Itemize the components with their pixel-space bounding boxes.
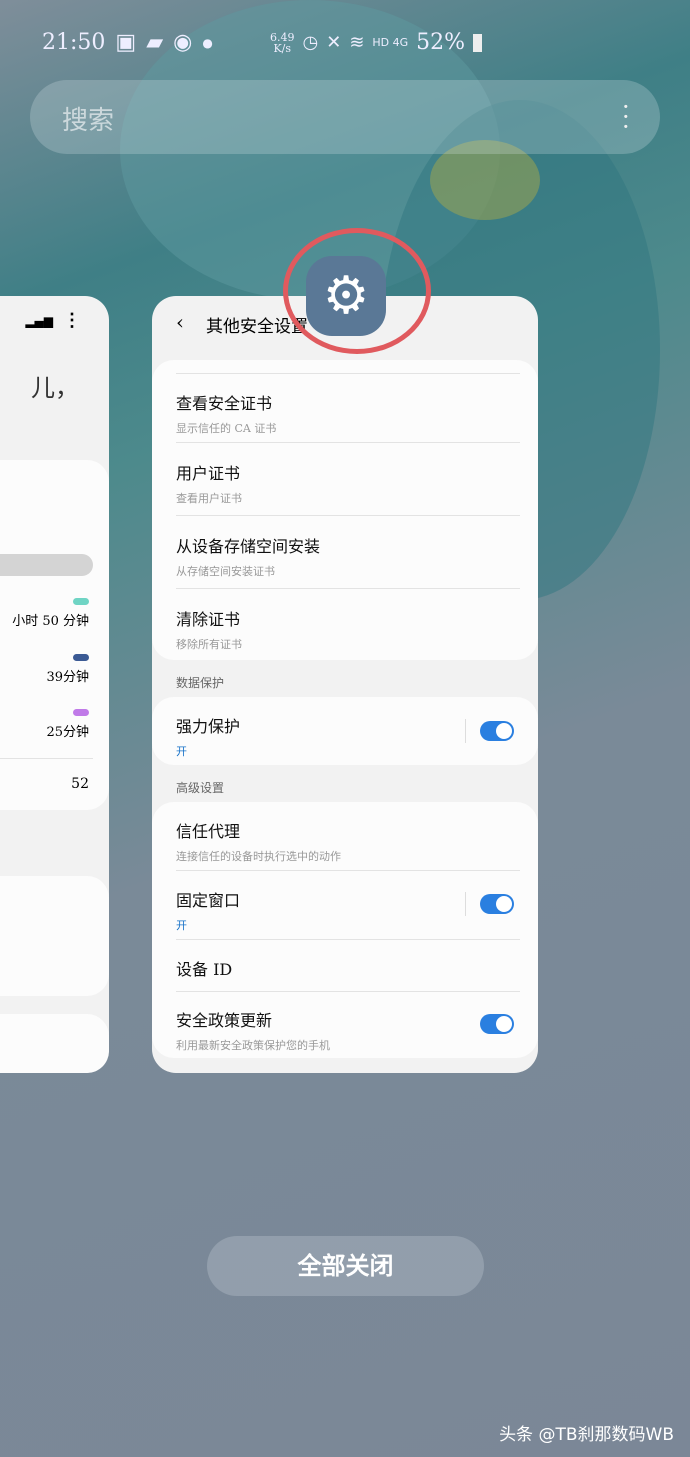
net-speed-unit: K/s	[273, 41, 292, 55]
stats-icon[interactable]: ▂▄▆	[25, 314, 53, 328]
more-options-icon[interactable]: · · ·	[622, 95, 630, 139]
red-annotation-circle	[283, 228, 431, 354]
list-item-strong-protection[interactable]: 强力保护开	[176, 713, 520, 759]
greeting: 儿，	[31, 374, 79, 402]
legend-swatch	[73, 709, 89, 716]
legend-swatch	[73, 654, 89, 661]
list-item-install-from-storage[interactable]: 从设备存储空间安装 从存储空间安装证书	[176, 533, 520, 579]
list-item-clear-certs[interactable]: 清除证书 移除所有证书	[176, 606, 520, 652]
browser-icon: ◉	[173, 30, 193, 55]
network-type: HD 4G	[372, 36, 409, 49]
back-icon[interactable]: ‹	[176, 310, 184, 334]
security-policy-toggle[interactable]	[480, 1014, 514, 1034]
list-item-view-certs[interactable]: 查看安全证书 显示信任的 CA 证书	[176, 390, 520, 436]
message-icon: ▰	[146, 30, 164, 55]
recent-app-card-settings[interactable]: ‹ 其他安全设置 查看安全证书 显示信任的 CA 证书 用户证书 查看用户证书 从设…	[152, 296, 538, 1073]
search-bar[interactable]: 搜索 · · ·	[30, 80, 660, 154]
battery-icon	[473, 33, 483, 52]
gallery-icon: ▣	[115, 30, 137, 55]
list-item-security-policy-updates[interactable]: 安全政策更新 利用最新安全政策保护您的手机	[176, 1007, 520, 1053]
list-item-pin-windows[interactable]: 固定窗口开	[176, 887, 520, 933]
usage-value: 25分钟	[46, 725, 89, 740]
legend-swatch	[73, 598, 89, 605]
list-item-device-id[interactable]: 设备 ID	[176, 956, 520, 980]
strong-protection-toggle[interactable]	[480, 721, 514, 741]
usage-value: 39分钟	[46, 670, 89, 685]
search-input[interactable]: 搜索	[62, 100, 114, 137]
dot-icon: ●	[202, 35, 213, 50]
list-item-user-certs[interactable]: 用户证书 查看用户证书	[176, 460, 520, 506]
status-bar: 21:50 ▣ ▰ ◉ ● 6.49 K/s ◷ ✕ ≋ HD 4G 52%	[42, 30, 642, 58]
close-all-button[interactable]: 全部关闭	[207, 1236, 484, 1296]
more-icon[interactable]: ⋮	[63, 310, 81, 331]
pin-windows-toggle[interactable]	[480, 894, 514, 914]
list-item-trust-agents[interactable]: 信任代理 连接信任的设备时执行选中的动作	[176, 818, 520, 864]
clock: 21:50	[42, 30, 106, 55]
recent-app-card-left[interactable]: ▂▄▆ ⋮ 儿， 小时 50 分钟 39分钟 25分钟 52	[0, 296, 109, 1073]
battery-level: 52%	[416, 30, 466, 55]
section-header: 数据保护	[176, 676, 225, 690]
alarm-icon: ◷	[302, 32, 319, 53]
count-value: 52	[71, 776, 89, 792]
usage-bar	[0, 554, 93, 576]
usage-value: 小时 50 分钟	[12, 614, 89, 629]
section-header: 高级设置	[176, 781, 225, 795]
mute-icon: ✕	[326, 32, 342, 53]
watermark: 头条 @TB刹那数码WB	[499, 1425, 674, 1445]
wifi-icon: ≋	[349, 32, 365, 53]
